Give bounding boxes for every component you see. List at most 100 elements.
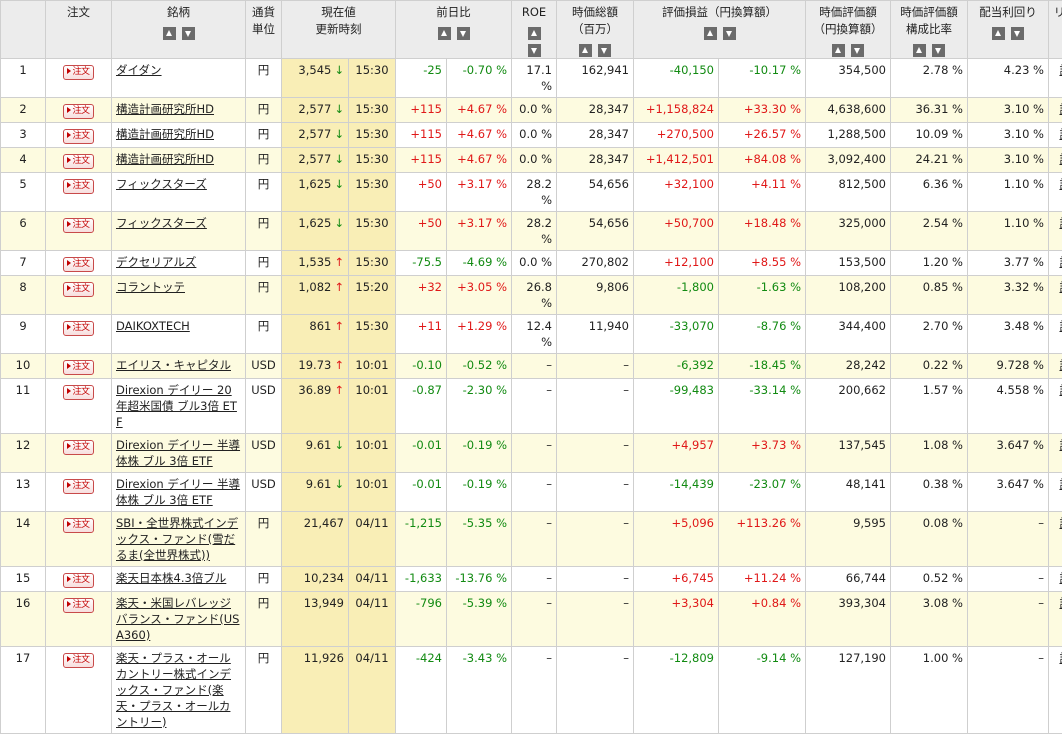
sort-desc-icon[interactable] <box>182 27 195 40</box>
stock-name-cell: 楽天・プラス・オールカントリー株式インデックス・ファンド(楽天・プラス・オールカ… <box>112 647 246 734</box>
play-icon <box>67 601 71 607</box>
arrow-down-icon: ↓ <box>334 177 344 191</box>
price-cell: 2,577↓ <box>282 98 349 123</box>
change-percent-cell: -4.69 % <box>447 251 512 276</box>
stock-name-link[interactable]: ダイダン <box>116 63 162 77</box>
pl-percent-cell: +0.84 % <box>719 592 806 647</box>
header-ratio: 時価評価額構成比率 <box>891 1 968 59</box>
stock-name-link[interactable]: DAIKOXTECH <box>116 319 190 333</box>
order-button[interactable]: 注文 <box>63 257 94 272</box>
stock-name-link[interactable]: コラントッテ <box>116 280 185 294</box>
stock-name-link[interactable]: Direxion デイリー 20年超米国債 ブル3倍 ETF <box>116 383 237 429</box>
play-icon <box>67 260 71 266</box>
sort-asc-icon[interactable] <box>438 27 451 40</box>
stock-name-link[interactable]: Direxion デイリー 半導体株 ブル 3倍 ETF <box>116 438 240 468</box>
yield-cell: 4.558 % <box>968 379 1049 434</box>
order-button[interactable]: 注文 <box>63 518 94 533</box>
order-cell: 注文 <box>46 567 112 592</box>
stock-name-link[interactable]: エイリス・キャピタル <box>116 358 231 372</box>
order-button[interactable]: 注文 <box>63 385 94 400</box>
order-button[interactable]: 注文 <box>63 440 94 455</box>
ratio-cell: 0.85 % <box>891 276 968 315</box>
sort-asc-icon[interactable] <box>579 44 592 57</box>
ratio-cell: 2.78 % <box>891 59 968 98</box>
order-button[interactable]: 注文 <box>63 598 94 613</box>
roe-cell: 28.2 % <box>512 173 557 212</box>
table-row: 17注文楽天・プラス・オールカントリー株式インデックス・ファンド(楽天・プラス・… <box>1 647 1062 734</box>
row-number: 3 <box>1 123 46 148</box>
sort-desc-icon[interactable] <box>1011 27 1024 40</box>
roe-cell: 0.0 % <box>512 98 557 123</box>
link-cell: 詳細 <box>1049 173 1062 212</box>
order-button[interactable]: 注文 <box>63 104 94 119</box>
order-button[interactable]: 注文 <box>63 179 94 194</box>
play-icon <box>67 107 71 113</box>
market-cap-cell: – <box>557 592 634 647</box>
order-cell: 注文 <box>46 315 112 354</box>
sort-desc-icon[interactable] <box>598 44 611 57</box>
sort-asc-icon[interactable] <box>528 27 541 40</box>
price-cell: 2,577↓ <box>282 123 349 148</box>
sort-desc-icon[interactable] <box>528 44 541 57</box>
stock-name-link[interactable]: 構造計画研究所HD <box>116 152 214 166</box>
change-cell: +115 <box>396 148 447 173</box>
order-button[interactable]: 注文 <box>63 282 94 297</box>
table-row: 10注文エイリス・キャピタルUSD19.73↑10:01-0.10-0.52 %… <box>1 354 1062 379</box>
sort-asc-icon[interactable] <box>992 27 1005 40</box>
currency-cell: 円 <box>246 123 282 148</box>
sort-desc-icon[interactable] <box>932 44 945 57</box>
order-button[interactable]: 注文 <box>63 321 94 336</box>
stock-name-link[interactable]: SBI・全世界株式インデックス・ファンド(雪だるま(全世界株式)) <box>116 516 238 562</box>
change-cell: -75.5 <box>396 251 447 276</box>
sort-asc-icon[interactable] <box>832 44 845 57</box>
stock-name-link[interactable]: デクセリアルズ <box>116 255 196 269</box>
roe-cell: 28.2 % <box>512 212 557 251</box>
link-cell: 詳細 <box>1049 512 1062 567</box>
sort-asc-icon[interactable] <box>913 44 926 57</box>
stock-name-cell: コラントッテ <box>112 276 246 315</box>
order-button[interactable]: 注文 <box>63 129 94 144</box>
update-time-cell: 04/11 <box>349 567 396 592</box>
price-cell: 1,082↑ <box>282 276 349 315</box>
change-percent-cell: +4.67 % <box>447 123 512 148</box>
sort-desc-icon[interactable] <box>723 27 736 40</box>
link-cell: 詳細 <box>1049 315 1062 354</box>
stock-name-link[interactable]: 楽天・プラス・オールカントリー株式インデックス・ファンド(楽天・プラス・オールカ… <box>116 651 231 729</box>
order-button[interactable]: 注文 <box>63 65 94 80</box>
pl-cell: +32,100 <box>634 173 719 212</box>
order-button[interactable]: 注文 <box>63 573 94 588</box>
value-cell: 127,190 <box>806 647 891 734</box>
stock-name-link[interactable]: 構造計画研究所HD <box>116 102 214 116</box>
stock-name-cell: デクセリアルズ <box>112 251 246 276</box>
update-time-cell: 04/11 <box>349 647 396 734</box>
stock-name-link[interactable]: Direxion デイリー 半導体株 ブル 3倍 ETF <box>116 477 240 507</box>
table-row: 13注文Direxion デイリー 半導体株 ブル 3倍 ETFUSD9.61↓… <box>1 473 1062 512</box>
price-cell: 21,467 <box>282 512 349 567</box>
stock-name-link[interactable]: フィックスターズ <box>116 177 207 191</box>
table-row: 14注文SBI・全世界株式インデックス・ファンド(雪だるま(全世界株式))円21… <box>1 512 1062 567</box>
stock-name-link[interactable]: 楽天日本株4.3倍ブル <box>116 571 226 585</box>
value-cell: 28,242 <box>806 354 891 379</box>
play-icon <box>67 443 71 449</box>
header-mcap: 時価総額（百万） <box>557 1 634 59</box>
change-percent-cell: -0.70 % <box>447 59 512 98</box>
sort-desc-icon[interactable] <box>851 44 864 57</box>
order-button[interactable]: 注文 <box>63 479 94 494</box>
order-button[interactable]: 注文 <box>63 218 94 233</box>
stock-name-link[interactable]: フィックスターズ <box>116 216 207 230</box>
order-button[interactable]: 注文 <box>63 653 94 668</box>
stock-name-link[interactable]: 構造計画研究所HD <box>116 127 214 141</box>
order-button[interactable]: 注文 <box>63 154 94 169</box>
change-cell: -1,633 <box>396 567 447 592</box>
sort-asc-icon[interactable] <box>163 27 176 40</box>
stock-name-link[interactable]: 楽天・米国レバレッジバランス・ファンド(USA360) <box>116 596 239 642</box>
header-link: リンク <box>1049 1 1062 59</box>
sort-asc-icon[interactable] <box>704 27 717 40</box>
pl-cell: -14,439 <box>634 473 719 512</box>
row-number: 2 <box>1 98 46 123</box>
order-button[interactable]: 注文 <box>63 360 94 375</box>
change-cell: +50 <box>396 173 447 212</box>
roe-cell: – <box>512 592 557 647</box>
sort-desc-icon[interactable] <box>457 27 470 40</box>
yield-cell: 3.647 % <box>968 434 1049 473</box>
